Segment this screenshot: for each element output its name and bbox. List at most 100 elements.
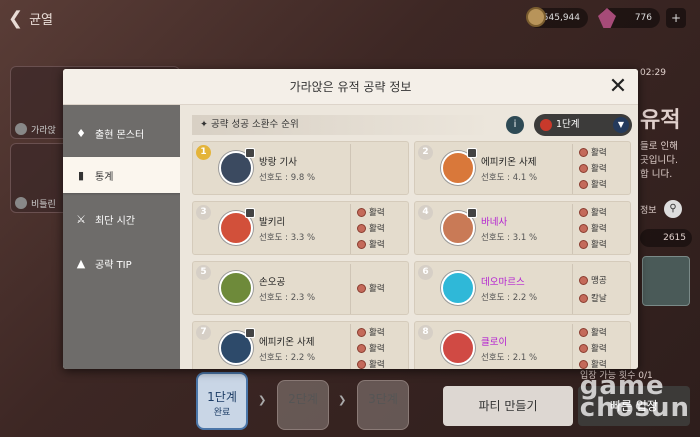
vitality-icon: [579, 239, 588, 249]
vitality-icon: [579, 163, 588, 173]
preference: 선호도 : 2.2 %: [481, 293, 538, 303]
chevron-right-icon: ❯: [338, 395, 347, 406]
attribute: 활력: [357, 206, 385, 218]
step-2-button[interactable]: 2단계: [277, 380, 329, 430]
rank-card[interactable]: 6 데오마르스 선호도 : 2.2 % 맹공 칼날: [414, 261, 631, 315]
attribute: 활력: [357, 238, 385, 250]
preference: 선호도 : 2.3 %: [259, 293, 316, 303]
attribute-label: 활력: [369, 328, 385, 338]
power-value: 2615: [640, 229, 692, 247]
attribute-label: 칼날: [591, 294, 607, 304]
nav-monsters[interactable]: ♦ 출현 몬스터: [63, 115, 180, 151]
nav-label: 통계: [95, 171, 114, 183]
stats-content: ✦ 공략 성공 소환수 순위 i 1단계 ▼ 1 방랑 기사 선호도 : 9.8…: [180, 105, 638, 369]
nav-stats[interactable]: ▮ 통계: [63, 157, 191, 193]
assault-icon: [579, 275, 588, 285]
nav-label: 최단 시간: [95, 215, 135, 227]
attribute-list: 활력 활력 활력: [350, 204, 406, 254]
dungeon-icon: [15, 123, 27, 135]
attribute-list: [350, 144, 406, 194]
vitality-icon: [357, 359, 366, 369]
strategy-info-modal: 가라앉은 유적 공략 정보 ✕ ♦ 출현 몬스터 ▮ 통계 ⚔ 최단 시간 ▲ …: [63, 69, 638, 369]
rank-card[interactable]: 1 방랑 기사 선호도 : 9.8 %: [192, 141, 409, 195]
reward-item-icon[interactable]: [642, 256, 690, 306]
nav-label: 공략 TIP: [95, 259, 132, 271]
attribute: 활력: [579, 358, 607, 369]
dungeon-title: 유적: [640, 108, 681, 133]
attribute: 활력: [579, 342, 607, 354]
rank-badge: 1: [196, 145, 211, 160]
gold-counter: 545,944: [526, 7, 588, 28]
nav-label: 출현 몬스터: [95, 129, 145, 141]
make-party-button[interactable]: 파티 만들기: [443, 386, 573, 426]
tip-icon: ▲: [76, 256, 86, 270]
rank-card[interactable]: 5 손오공 선호도 : 2.3 % 활력: [192, 261, 409, 315]
back-arrow-icon[interactable]: ❮: [8, 8, 23, 29]
vitality-icon: [579, 207, 588, 217]
dungeon-label: 비틀린: [31, 200, 56, 210]
shield-icon: [467, 148, 477, 158]
attribute: 활력: [579, 178, 607, 190]
attribute-list: 활력 활력 활력: [572, 324, 628, 369]
vitality-icon: [579, 223, 588, 233]
rank-card[interactable]: 4 바네사 선호도 : 3.1 % 활력 활력 활력: [414, 201, 631, 255]
preference: 선호도 : 9.8 %: [259, 173, 316, 183]
swords-icon: ⚔: [76, 212, 86, 226]
monster-avatar: [441, 331, 475, 365]
vitality-icon: [357, 207, 366, 217]
rank-card[interactable]: 8 클로이 선호도 : 2.1 % 활력 활력 활력: [414, 321, 631, 369]
attribute: 활력: [579, 206, 607, 218]
watermark-line: chosun: [579, 393, 690, 423]
attribute: 활력: [579, 238, 607, 250]
section-title: ✦ 공략 성공 소환수 순위: [192, 115, 492, 135]
attribute-list: 활력 활력 활력: [350, 324, 406, 369]
attribute: 활력: [357, 282, 385, 294]
monster-name: 손오공: [259, 277, 286, 288]
attribute-label: 활력: [591, 164, 607, 174]
shield-icon: [245, 328, 255, 338]
monster-name: 에피키온 사제: [259, 337, 315, 348]
rank-card[interactable]: 7 에피키온 사제 선호도 : 2.2 % 활력 활력 활력: [192, 321, 409, 369]
monster-avatar: [441, 271, 475, 305]
nav-shortest-time[interactable]: ⚔ 최단 시간: [63, 201, 180, 237]
attribute-label: 활력: [369, 284, 385, 294]
dungeon-label: 가라앉: [31, 126, 56, 136]
step-label: 2단계: [288, 392, 318, 406]
step-1-button[interactable]: 1단계 완료: [196, 372, 248, 430]
rank-badge: 6: [418, 265, 433, 280]
rank-card[interactable]: 2 에피키온 사제 선호도 : 4.1 % 활력 활력 활력: [414, 141, 631, 195]
vitality-icon: [357, 239, 366, 249]
vitality-icon: [579, 343, 588, 353]
attribute-list: 맹공 칼날: [572, 264, 628, 314]
rank-badge: 2: [418, 145, 433, 160]
attribute: 활력: [579, 222, 607, 234]
vitality-icon: [357, 343, 366, 353]
gem-counter: 776: [598, 8, 660, 28]
attribute: 활력: [357, 358, 385, 369]
attribute-label: 활력: [591, 208, 607, 218]
magnifier-icon[interactable]: ⚲: [664, 200, 682, 218]
attribute-label: 활력: [591, 240, 607, 250]
nav-tip[interactable]: ▲ 공략 TIP: [63, 245, 180, 281]
attribute-label: 활력: [369, 224, 385, 234]
vitality-icon: [357, 223, 366, 233]
attribute-label: 활력: [591, 180, 607, 190]
shield-icon: [245, 208, 255, 218]
stage-dropdown-value: 1단계: [556, 119, 580, 130]
modal-sidebar: ♦ 출현 몬스터 ▮ 통계 ⚔ 최단 시간 ▲ 공략 TIP: [63, 105, 191, 369]
attribute: 활력: [579, 146, 607, 158]
add-gem-button[interactable]: +: [666, 8, 686, 28]
stage-dropdown[interactable]: 1단계 ▼: [534, 114, 632, 136]
shield-icon: [467, 208, 477, 218]
rank-card[interactable]: 3 발키리 선호도 : 3.3 % 활력 활력 활력: [192, 201, 409, 255]
description-line: 들로 인해: [640, 141, 678, 152]
attribute-label: 활력: [591, 344, 607, 354]
attribute: 칼날: [579, 292, 607, 304]
close-icon[interactable]: ✕: [606, 75, 630, 99]
attribute: 활력: [357, 222, 385, 234]
info-icon[interactable]: i: [506, 116, 524, 134]
rank-badge: 8: [418, 325, 433, 340]
monster-icon: ♦: [76, 126, 86, 140]
attribute-list: 활력 활력 활력: [572, 204, 628, 254]
step-3-button[interactable]: 3단계: [357, 380, 409, 430]
